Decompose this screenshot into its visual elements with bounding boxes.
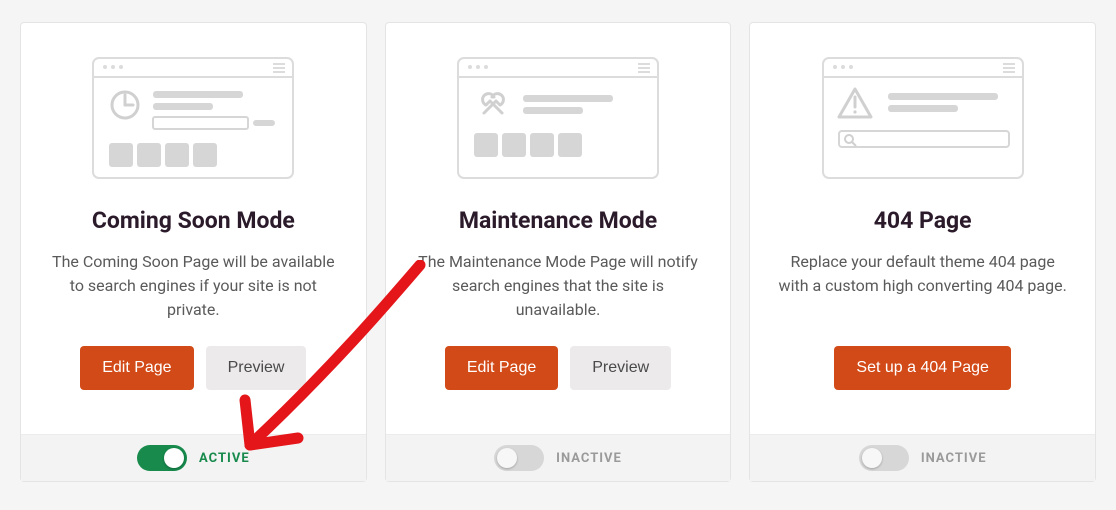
card-actions: Edit Page Preview <box>80 346 306 390</box>
404-toggle[interactable] <box>859 445 909 471</box>
toggle-status-label: INACTIVE <box>556 451 622 466</box>
card-body: Coming Soon Mode The Coming Soon Page wi… <box>21 23 366 434</box>
edit-page-button[interactable]: Edit Page <box>445 346 558 390</box>
toggle-status-label: ACTIVE <box>199 451 250 466</box>
maintenance-skeleton-icon <box>433 53 683 183</box>
maintenance-mode-card: Maintenance Mode The Maintenance Mode Pa… <box>385 22 732 482</box>
card-actions: Set up a 404 Page <box>834 346 1011 390</box>
card-description: Replace your default theme 404 page with… <box>778 250 1067 322</box>
card-title: Coming Soon Mode <box>92 207 295 234</box>
card-actions: Edit Page Preview <box>445 346 671 390</box>
preview-button[interactable]: Preview <box>206 346 307 390</box>
coming-soon-card: Coming Soon Mode The Coming Soon Page wi… <box>20 22 367 482</box>
preview-button[interactable]: Preview <box>570 346 671 390</box>
card-body: Maintenance Mode The Maintenance Mode Pa… <box>386 23 731 434</box>
maintenance-toggle[interactable] <box>494 445 544 471</box>
coming-soon-toggle[interactable] <box>137 445 187 471</box>
404-page-card: 404 Page Replace your default theme 404 … <box>749 22 1096 482</box>
card-description: The Coming Soon Page will be available t… <box>49 250 338 322</box>
card-title: 404 Page <box>874 207 972 234</box>
toggle-status-label: INACTIVE <box>921 451 987 466</box>
card-footer: INACTIVE <box>386 434 731 481</box>
404-skeleton-icon <box>798 53 1048 183</box>
card-description: The Maintenance Mode Page will notify se… <box>414 250 703 322</box>
edit-page-button[interactable]: Edit Page <box>80 346 193 390</box>
setup-404-button[interactable]: Set up a 404 Page <box>834 346 1011 390</box>
card-footer: INACTIVE <box>750 434 1095 481</box>
card-body: 404 Page Replace your default theme 404 … <box>750 23 1095 434</box>
settings-cards-row: Coming Soon Mode The Coming Soon Page wi… <box>20 22 1096 482</box>
card-title: Maintenance Mode <box>459 207 657 234</box>
coming-soon-skeleton-icon <box>68 53 318 183</box>
card-footer: ACTIVE <box>21 434 366 481</box>
